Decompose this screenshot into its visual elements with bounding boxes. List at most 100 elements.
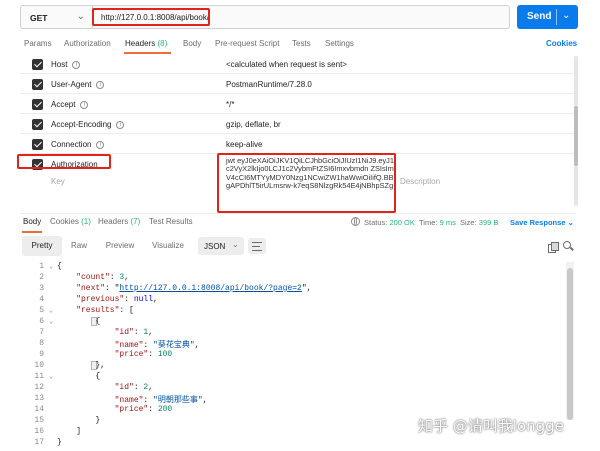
request-tabs: Params Authorization Headers (8) Body Pr… (0, 33, 600, 53)
status-label: Status: (364, 218, 388, 227)
checkbox-checked[interactable] (32, 139, 43, 150)
code-line: { (57, 317, 101, 326)
tab-params[interactable]: Params (24, 39, 52, 48)
search-icon[interactable] (563, 241, 571, 249)
json-url-link[interactable]: http://127.0.0.1:8008/api/book/?page=2 (119, 284, 301, 293)
json-key: "price" (114, 405, 149, 414)
fold-icon[interactable]: ⌄ (49, 317, 53, 326)
header-key-text: Accept (51, 100, 76, 109)
info-icon[interactable]: i (96, 80, 105, 89)
save-response-button[interactable]: Save Response ⌄ (510, 218, 574, 227)
view-pretty-button[interactable]: Pretty (22, 236, 62, 256)
header-value: */* (226, 100, 235, 109)
copy-icon[interactable] (548, 242, 559, 253)
code-line: } (57, 438, 62, 447)
code-line: "next": "http://127.0.0.1:8008/api/book/… (76, 284, 312, 293)
wrap-lines-icon[interactable] (248, 238, 266, 254)
line-number: 15 (34, 416, 44, 425)
tab-body[interactable]: Body (183, 39, 201, 48)
status-readout: Status: 200 OK (364, 218, 415, 227)
chevron-down-icon: ⌄ (76, 11, 85, 22)
headers-scrollbar-thumb[interactable] (574, 106, 578, 166)
header-value: <calculated when request is sent> (226, 60, 347, 69)
fold-icon[interactable]: ⌄ (49, 306, 53, 315)
size-label: Size: (460, 218, 477, 227)
json-key: "price" (114, 350, 149, 359)
tab-label: Authorization (64, 39, 111, 48)
tab-response-body[interactable]: Body (23, 217, 41, 226)
tab-pre-request-script[interactable]: Pre-request Script (215, 39, 279, 48)
tab-authorization[interactable]: Authorization (64, 39, 111, 48)
code-line: "results": [ (76, 306, 134, 315)
header-key: Accept i (51, 100, 89, 109)
tab-label: Headers (98, 217, 129, 226)
json-key: "id" (114, 328, 134, 337)
json-key: "previous" (76, 295, 125, 304)
tab-test-results[interactable]: Test Results (149, 217, 193, 226)
time-value: 9 ms (439, 218, 456, 227)
tab-response-cookies[interactable]: Cookies (1) (50, 217, 91, 226)
header-key-text: Host (51, 60, 68, 69)
header-key-text: Connection (51, 140, 92, 149)
tab-label: Pre-request Script (215, 39, 280, 48)
checkbox-checked[interactable] (32, 59, 43, 70)
view-preview-button[interactable]: Preview (100, 236, 140, 256)
info-icon[interactable]: i (96, 140, 105, 149)
line-number: 9 (39, 350, 44, 359)
tab-settings[interactable]: Settings (325, 39, 354, 48)
globe-icon[interactable] (351, 217, 360, 226)
tab-tests[interactable]: Tests (292, 39, 311, 48)
description-placeholder[interactable]: Description (400, 177, 440, 186)
info-icon[interactable]: i (72, 60, 81, 69)
fold-icon[interactable]: ⌄ (49, 372, 53, 381)
tab-headers[interactable]: Headers (8) (125, 39, 167, 48)
view-visualize-button[interactable]: Visualize (146, 236, 190, 256)
watermark: 知乎 @请叫我longge (418, 417, 564, 435)
line-number: 2 (39, 273, 44, 282)
view-raw-button[interactable]: Raw (64, 236, 94, 256)
line-number: 6 (39, 317, 44, 326)
json-number: 100 (157, 350, 173, 359)
info-icon[interactable]: i (80, 100, 89, 109)
size-readout: Size: 399 B (460, 218, 498, 227)
tab-label: Body (23, 217, 42, 226)
json-key: "count" (76, 273, 110, 282)
json-string: "明朝那些事" (153, 396, 203, 405)
json-null: null (133, 295, 154, 304)
header-row-user-agent: User-Agent i PostmanRuntime/7.28.0 (20, 74, 576, 94)
header-value: gzip, deflate, br (226, 120, 281, 129)
send-button[interactable]: Send ⌄ (517, 5, 578, 29)
cookies-link[interactable]: Cookies (546, 39, 577, 48)
chevron-down-icon[interactable]: ⌄ (562, 10, 570, 21)
format-label: JSON (204, 242, 226, 251)
tab-count: (7) (130, 217, 141, 226)
authorization-value-highlight-box (217, 153, 396, 213)
save-response-label: Save Response (510, 218, 566, 227)
header-key: Host i (51, 60, 81, 69)
info-icon[interactable]: i (116, 120, 125, 129)
checkbox-checked[interactable] (32, 79, 43, 90)
checkbox-checked[interactable] (32, 99, 43, 110)
code-line: }, (57, 361, 106, 370)
json-key: "id" (114, 383, 134, 392)
fold-icon[interactable]: ⌄ (49, 262, 53, 271)
header-row-connection: Connection i keep-alive (20, 134, 576, 154)
active-response-tab-underline (22, 231, 42, 233)
line-number: 10 (34, 361, 44, 370)
url-highlight-box (92, 8, 210, 26)
line-number: 7 (39, 328, 44, 337)
method-select[interactable]: GET ⌄ (20, 5, 92, 29)
code-line: "name": "葵花宝典", (114, 341, 200, 350)
json-key: "results" (76, 306, 120, 315)
tab-response-headers[interactable]: Headers (7) (98, 217, 140, 226)
code-line: } (57, 416, 101, 425)
format-select[interactable]: JSON ⌄ (198, 237, 244, 255)
code-scrollbar-thumb[interactable] (567, 268, 573, 420)
key-placeholder[interactable]: Key (51, 177, 65, 186)
checkbox-checked[interactable] (32, 119, 43, 130)
send-divider (556, 9, 557, 25)
line-number: 16 (34, 427, 44, 436)
header-key: User-Agent i (51, 80, 105, 89)
header-row-host: Host i <calculated when request is sent> (20, 54, 576, 74)
line-number: 17 (34, 438, 44, 447)
